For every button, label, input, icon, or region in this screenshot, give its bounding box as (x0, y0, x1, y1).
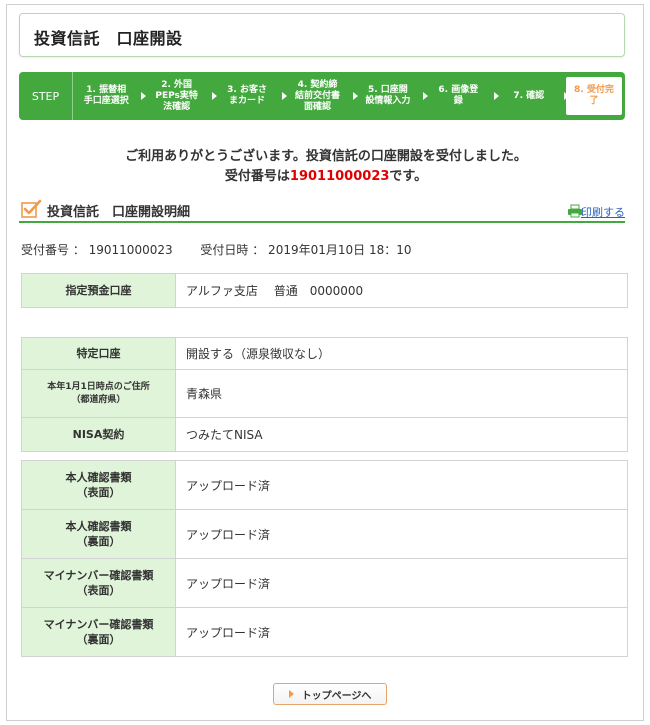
section-title: 投資信託 口座開設明細 (47, 205, 191, 220)
page-frame: 投資信託 口座開設 STEP 1. 振替相 手口座選択 2. 外国 PEPs実特… (6, 4, 644, 721)
page-title: 投資信託 口座開設 (34, 29, 183, 48)
step-8-label: 8. 受付完 了 (574, 85, 614, 106)
receipt-meta: 受付番号 ： 19011000023 受付日時 ： 2019年01月10日 18… (21, 243, 412, 257)
step-2: 2. 外国 PEPs実特 法確認 (143, 72, 217, 120)
step-1: 1. 振替相 手口座選択 (73, 72, 147, 120)
message-line-1: ご利用ありがとうございます。投資信託の口座開設を受付しました。 (125, 149, 527, 164)
step-head: STEP (19, 72, 73, 120)
completion-message: ご利用ありがとうございます。投資信託の口座開設を受付しました。 受付番号は190… (7, 147, 645, 187)
table-row: 特定口座 開設する（源泉徴収なし） (21, 337, 628, 370)
row-value: アルファ支店 普通 0000000 (175, 273, 628, 308)
step-2-label: 2. 外国 PEPs実特 法確認 (155, 79, 198, 112)
row-value: アップロード済 (175, 558, 628, 608)
top-page-button[interactable]: トップページへ (273, 683, 387, 705)
row-value: アップロード済 (175, 607, 628, 657)
row-label: 本人確認書類 （裏面） (21, 509, 176, 559)
documents-table: 本人確認書類 （表面） アップロード済 本人確認書類 （裏面） アップロード済 … (21, 460, 628, 657)
step-5: 5. 口座開 設情報入力 (355, 72, 429, 120)
table-row: NISA契約 つみたてNISA (21, 417, 628, 452)
step-7-label: 7. 確認 (513, 90, 545, 101)
table-row: マイナンバー確認書類 （裏面） アップロード済 (21, 607, 628, 657)
step-3-label: 3. お客さ まカード (227, 85, 267, 106)
table-row: 本年1月1日時点のご住所 （都道府県） 青森県 (21, 369, 628, 418)
title-box: 投資信託 口座開設 (19, 13, 625, 57)
arrow-right-icon (288, 690, 294, 698)
print-link[interactable]: 印刷する (581, 204, 625, 220)
row-value: アップロード済 (175, 460, 628, 510)
row-value: 青森県 (175, 369, 628, 418)
section-header: 投資信託 口座開設明細 印刷する (19, 197, 625, 223)
row-label: マイナンバー確認書類 （表面） (21, 558, 176, 608)
checkbox-check-icon (21, 199, 43, 223)
row-label: 特定口座 (21, 337, 176, 370)
table-row: 指定預金口座 アルファ支店 普通 0000000 (21, 273, 628, 308)
row-value: 開設する（源泉徴収なし） (175, 337, 628, 370)
message-line-2: 受付番号は19011000023です。 (7, 167, 645, 187)
row-label: マイナンバー確認書類 （裏面） (21, 607, 176, 657)
settings-table: 特定口座 開設する（源泉徴収なし） 本年1月1日時点のご住所 （都道府県） 青森… (21, 337, 628, 452)
step-4-label: 4. 契約締 結前交付書 面確認 (294, 79, 340, 112)
row-label: 指定預金口座 (21, 273, 176, 308)
row-label: 本年1月1日時点のご住所 （都道府県） (21, 369, 176, 418)
step-8-current: 8. 受付完 了 (565, 77, 622, 115)
row-label: NISA契約 (21, 417, 176, 452)
top-page-button-label: トップページへ (301, 690, 372, 702)
row-value: アップロード済 (175, 509, 628, 559)
row-label: 本人確認書類 （表面） (21, 460, 176, 510)
receipt-number: 19011000023 (289, 169, 390, 184)
table-row: 本人確認書類 （裏面） アップロード済 (21, 509, 628, 559)
row-value: つみたてNISA (175, 417, 628, 452)
table-row: 本人確認書類 （表面） アップロード済 (21, 460, 628, 510)
step-1-label: 1. 振替相 手口座選択 (83, 85, 129, 106)
step-7: 7. 確認 (496, 72, 569, 120)
step-bar: STEP 1. 振替相 手口座選択 2. 外国 PEPs実特 法確認 3. お客… (19, 72, 625, 120)
table-row: マイナンバー確認書類 （表面） アップロード済 (21, 558, 628, 608)
account-table: 指定預金口座 アルファ支店 普通 0000000 (21, 273, 628, 308)
message-prefix: 受付番号は (224, 169, 290, 184)
step-6-label: 6. 画像登 録 (438, 85, 479, 106)
step-5-label: 5. 口座開 設情報入力 (365, 85, 411, 106)
step-6: 6. 画像登 録 (425, 72, 499, 120)
step-4: 4. 契約締 結前交付書 面確認 (284, 72, 358, 120)
message-suffix: です。 (389, 169, 428, 184)
step-3: 3. お客さ まカード (214, 72, 288, 120)
